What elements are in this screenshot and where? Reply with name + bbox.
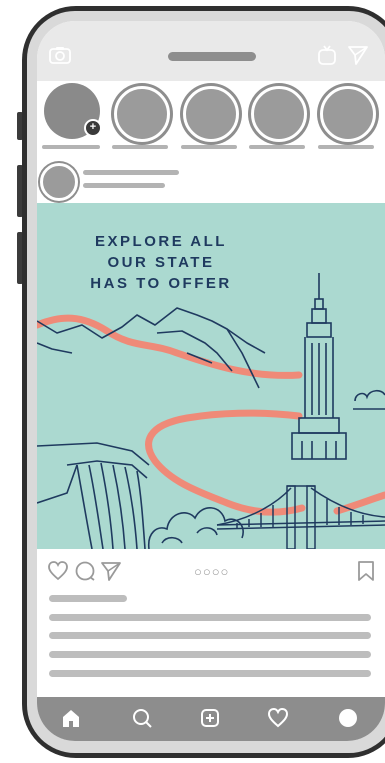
waterfall-drawing xyxy=(37,442,150,549)
phone-speaker xyxy=(168,52,256,61)
story-avatar[interactable] xyxy=(251,86,307,142)
story-username-placeholder xyxy=(181,145,237,149)
carousel-dots: ○○○○ xyxy=(194,564,230,579)
caption-placeholder-line xyxy=(49,614,371,621)
story-username-placeholder xyxy=(42,145,100,149)
skyscraper-drawing xyxy=(291,273,347,460)
cloud-drawing xyxy=(353,389,385,410)
home-icon[interactable] xyxy=(60,707,82,729)
heart-icon[interactable] xyxy=(47,560,69,582)
state-landmarks-illustration xyxy=(37,273,385,549)
post-author-avatar[interactable] xyxy=(40,163,78,201)
story-username-placeholder xyxy=(112,145,168,149)
post-author-name-placeholder[interactable] xyxy=(83,170,179,175)
activity-heart-icon[interactable] xyxy=(267,707,289,729)
post-image[interactable]: EXPLORE ALL OUR STATE HAS TO OFFER xyxy=(37,203,385,549)
story-avatar[interactable] xyxy=(320,86,376,142)
caption-placeholder-line xyxy=(49,651,371,658)
phone-screen: + EXPLORE ALL OUR STATE HAS TO OFFER ○○○… xyxy=(37,21,385,741)
bookmark-icon[interactable] xyxy=(355,560,377,582)
post-location-placeholder xyxy=(83,183,165,188)
add-story-badge[interactable]: + xyxy=(84,119,102,137)
route-line xyxy=(145,409,306,516)
story-avatar[interactable] xyxy=(183,86,239,142)
bottom-navigation xyxy=(37,697,385,741)
comment-icon[interactable] xyxy=(74,560,96,582)
bridge-drawing xyxy=(216,485,385,549)
igtv-icon[interactable] xyxy=(316,44,338,66)
search-icon[interactable] xyxy=(131,707,153,729)
direct-message-icon[interactable] xyxy=(347,44,369,66)
profile-icon[interactable] xyxy=(337,707,359,729)
share-icon[interactable] xyxy=(100,560,122,582)
likes-count-placeholder xyxy=(49,595,127,602)
story-username-placeholder xyxy=(318,145,374,149)
camera-icon[interactable] xyxy=(49,46,71,64)
story-avatar[interactable] xyxy=(114,86,170,142)
story-username-placeholder xyxy=(249,145,305,149)
caption-placeholder-line xyxy=(49,670,371,677)
app-top-bar xyxy=(37,21,385,81)
add-post-icon[interactable] xyxy=(199,707,221,729)
caption-placeholder-line xyxy=(49,632,371,639)
